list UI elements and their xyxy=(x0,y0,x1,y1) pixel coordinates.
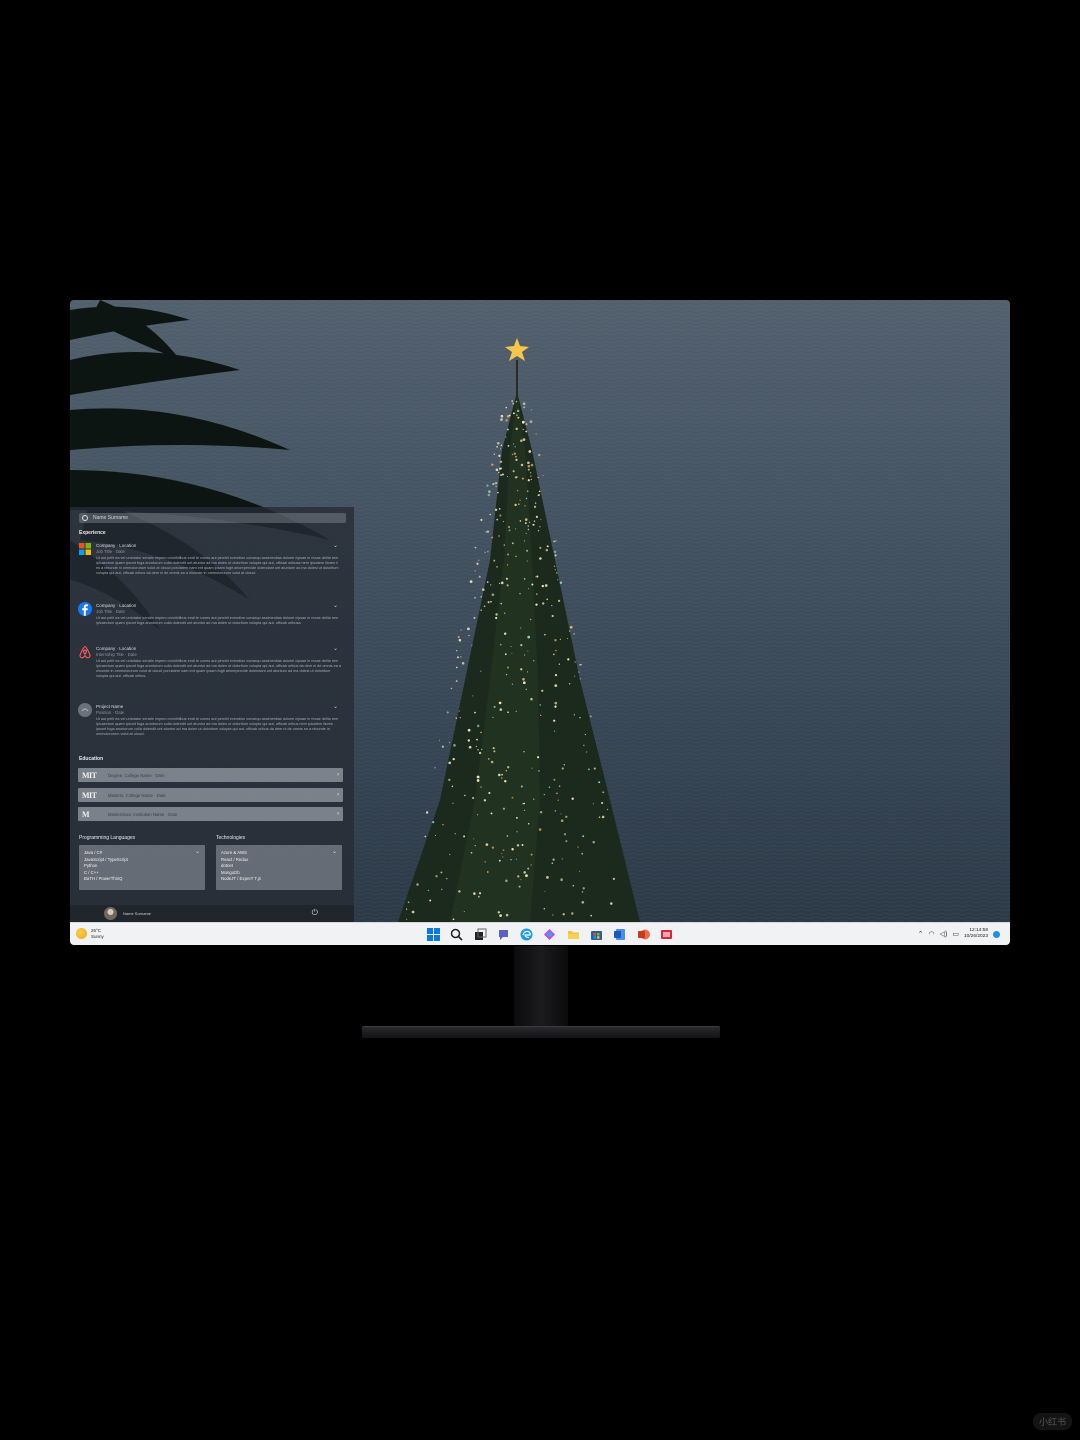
education-row[interactable]: M Masterclass, Institution Name · Date › xyxy=(78,807,343,821)
search-icon[interactable] xyxy=(449,927,464,942)
chevron-down-icon[interactable]: ⌄ xyxy=(333,542,338,549)
experience-heading: Project Name xyxy=(96,704,124,709)
experience-description: Ut aut pelit ea vel untotatur seratin im… xyxy=(96,556,339,575)
chevron-right-icon: › xyxy=(337,811,339,817)
chevron-right-icon: › xyxy=(337,772,339,778)
education-row[interactable]: MIT Masters, College Name · Date › xyxy=(78,788,343,802)
education-row[interactable]: MIT Degree, College Name · Date › xyxy=(78,768,343,782)
experience-description: Ut aut pelit ea vel untotatur seratin im… xyxy=(96,616,339,625)
copilot-icon[interactable] xyxy=(542,927,557,942)
weather-widget[interactable]: 26°C Sunny xyxy=(76,928,104,939)
language-item: BaTH / PowerThinQ xyxy=(84,876,123,881)
search-icon xyxy=(82,515,88,521)
windows-start-icon[interactable] xyxy=(426,927,441,942)
monitor-stand-neck xyxy=(514,946,568,1028)
sun-icon xyxy=(76,928,87,939)
user-bar: Name Surname ⏻ xyxy=(70,905,354,922)
education-logo: M xyxy=(82,809,90,819)
experience-heading: Company · Location xyxy=(96,603,137,608)
watermark: 小红书 xyxy=(1032,1413,1072,1430)
avatar[interactable] xyxy=(104,907,117,920)
powerpoint-icon[interactable] xyxy=(636,927,651,942)
store-icon[interactable] xyxy=(589,927,604,942)
education-logo: MIT xyxy=(82,770,97,780)
experience-subheading: Position · Date xyxy=(96,710,125,715)
search-placeholder: Name Surname xyxy=(93,515,129,521)
taskbar-apps xyxy=(426,927,682,942)
experience-subheading: Job Title · Date xyxy=(96,549,125,554)
airbnb-logo-icon xyxy=(79,645,91,659)
system-tray: ⌃ ◠ ◁) ▭ 12:14:58 10/26/2023 xyxy=(918,928,1000,940)
taskbar: 26°C Sunny ⌃ ◠ ◁) ▭ 12:14:58 10/26/2023 xyxy=(70,922,1010,945)
experience-description: Ut aut pelit ea vel untotatur seratin im… xyxy=(96,659,341,678)
education-label: Masterclass, Institution Name · Date xyxy=(108,811,178,817)
microsoft-logo-icon xyxy=(79,543,91,555)
experience-description: Ut aut pelit ea vel untotatur seratin im… xyxy=(96,717,339,736)
chevron-right-icon: › xyxy=(337,792,339,798)
experience-subheading: Job Title · Date xyxy=(96,609,125,614)
weather-condition: Sunny xyxy=(91,933,104,939)
project-logo-icon xyxy=(78,703,92,717)
photos-icon[interactable] xyxy=(659,927,674,942)
facebook-logo-icon xyxy=(78,602,92,616)
chat-icon[interactable] xyxy=(496,927,511,942)
education-label: Masters, College Name · Date xyxy=(108,792,166,798)
task-view-icon[interactable] xyxy=(473,927,488,942)
volume-icon[interactable]: ◁) xyxy=(940,930,948,938)
word-icon[interactable] xyxy=(612,927,627,942)
technology-item: NodeJT / ExpreT T.js xyxy=(221,876,261,881)
education-logo: MIT xyxy=(82,790,97,800)
chevron-down-icon[interactable]: ⌄ xyxy=(333,645,338,652)
notification-icon[interactable] xyxy=(993,930,1000,938)
technologies-dropdown[interactable]: ⌄ Azure & AWS React / Redux dotnet Mongo… xyxy=(216,845,342,890)
languages-title: Programming Languages xyxy=(79,835,136,841)
experience-heading: Company · Location xyxy=(96,543,137,548)
edge-icon[interactable] xyxy=(519,927,534,942)
chevron-down-icon: ⌄ xyxy=(331,849,337,855)
clock-date: 10/26/2023 xyxy=(963,934,988,939)
power-icon[interactable]: ⏻ xyxy=(312,908,318,918)
experience-heading: Company · Location xyxy=(96,646,137,651)
user-name[interactable]: Name Surname xyxy=(123,911,151,916)
chevron-down-icon[interactable]: ⌄ xyxy=(333,703,338,710)
experience-title: Experience xyxy=(79,530,106,536)
technologies-title: Technologies xyxy=(216,835,246,841)
monitor-screen: Name Surname Experience Company · Locati… xyxy=(70,300,1010,945)
chevron-down-icon: ⌄ xyxy=(194,849,200,855)
education-label: Degree, College Name · Date xyxy=(108,772,165,778)
wifi-icon[interactable]: ◠ xyxy=(929,930,935,938)
chevron-down-icon[interactable]: ⌄ xyxy=(333,602,338,609)
start-panel: Name Surname Experience Company · Locati… xyxy=(70,507,354,922)
chevron-up-icon[interactable]: ⌃ xyxy=(918,930,924,938)
education-title: Education xyxy=(79,756,104,762)
clock[interactable]: 12:14:58 10/26/2023 xyxy=(964,928,988,940)
languages-dropdown[interactable]: ⌄ Java / C# JavaScript / TypeScript Pyth… xyxy=(79,845,205,890)
experience-subheading: Internship Title · Date xyxy=(96,652,137,657)
battery-icon[interactable]: ▭ xyxy=(952,930,959,938)
file-explorer-icon[interactable] xyxy=(566,927,581,942)
monitor-stand-base xyxy=(362,1026,720,1038)
search-box[interactable]: Name Surname xyxy=(79,513,346,523)
